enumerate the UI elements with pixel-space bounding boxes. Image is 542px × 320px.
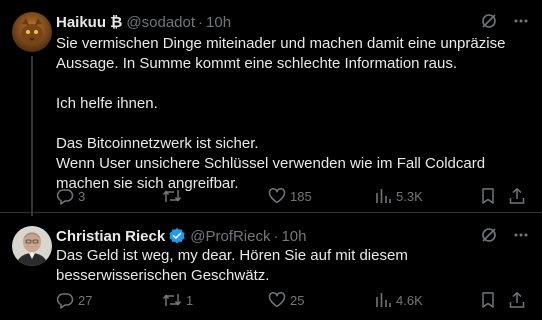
reply-count: 27 — [78, 292, 93, 308]
handle[interactable]: @ProfRieck — [190, 228, 270, 245]
divider — [0, 212, 542, 213]
more-options-icon[interactable] — [512, 12, 530, 35]
tweet-top-icons — [480, 12, 530, 35]
heart-icon — [268, 187, 286, 205]
timestamp[interactable]: 10h — [281, 228, 306, 245]
separator: · — [273, 227, 279, 245]
repost-button[interactable]: 1 — [162, 290, 193, 310]
reply-button[interactable]: 3 — [56, 186, 85, 206]
handle[interactable]: @sodadot — [126, 14, 195, 31]
bookmark-icon — [480, 187, 496, 205]
display-name[interactable]: Haikuu ₿ — [56, 14, 122, 31]
avatar-profrieck[interactable] — [12, 226, 52, 266]
display-name[interactable]: Christian Rieck — [56, 228, 165, 245]
repost-button[interactable] — [162, 186, 186, 206]
like-count: 25 — [290, 292, 305, 308]
tweet-header: Haikuu ₿ @sodadot · 10h — [56, 12, 231, 32]
repost-icon — [162, 291, 182, 309]
share-icon — [508, 291, 526, 309]
views-count: 4.6K — [396, 292, 423, 308]
reply-icon — [56, 291, 74, 309]
timestamp[interactable]: 10h — [206, 14, 231, 31]
like-button[interactable]: 25 — [268, 290, 304, 310]
grok-icon[interactable] — [480, 12, 498, 35]
repost-count: 1 — [186, 292, 194, 308]
tweet-text: Sie vermischen Dinge miteinader und mach… — [56, 35, 506, 192]
views-button[interactable]: 5.3K — [374, 186, 423, 206]
bookmark-button[interactable] — [480, 290, 496, 310]
views-icon — [374, 291, 392, 309]
like-button[interactable]: 185 — [268, 186, 312, 206]
separator: · — [198, 13, 204, 31]
views-button[interactable]: 4.6K — [374, 290, 423, 310]
share-icon — [508, 187, 526, 205]
like-count: 185 — [290, 188, 312, 204]
bookmark-icon — [480, 291, 496, 309]
heart-icon — [268, 291, 286, 309]
tweet-profrieck[interactable]: Christian Rieck @ProfRieck · 10h Das Gel — [0, 224, 542, 320]
tweet-header: Christian Rieck @ProfRieck · 10h — [56, 226, 307, 246]
action-bar: 27 1 25 4.6K — [56, 290, 526, 310]
reply-button[interactable]: 27 — [56, 290, 92, 310]
avatar-sodadot[interactable] — [12, 12, 52, 52]
share-button[interactable] — [508, 290, 526, 310]
bookmark-button[interactable] — [480, 186, 496, 206]
views-count: 5.3K — [396, 188, 423, 204]
tweet-text: Das Geld ist weg, my dear. Hören Sie auf… — [56, 247, 412, 284]
tweet-sodadot[interactable]: Haikuu ₿ @sodadot · 10h Sie vermischen D… — [0, 10, 542, 216]
action-bar: 3 185 5.3K — [56, 186, 526, 206]
reply-icon — [56, 187, 74, 205]
repost-icon — [162, 187, 182, 205]
verified-badge-icon — [168, 227, 186, 245]
reply-count: 3 — [78, 188, 86, 204]
share-button[interactable] — [508, 186, 526, 206]
thread-line — [31, 56, 33, 216]
views-icon — [374, 187, 392, 205]
